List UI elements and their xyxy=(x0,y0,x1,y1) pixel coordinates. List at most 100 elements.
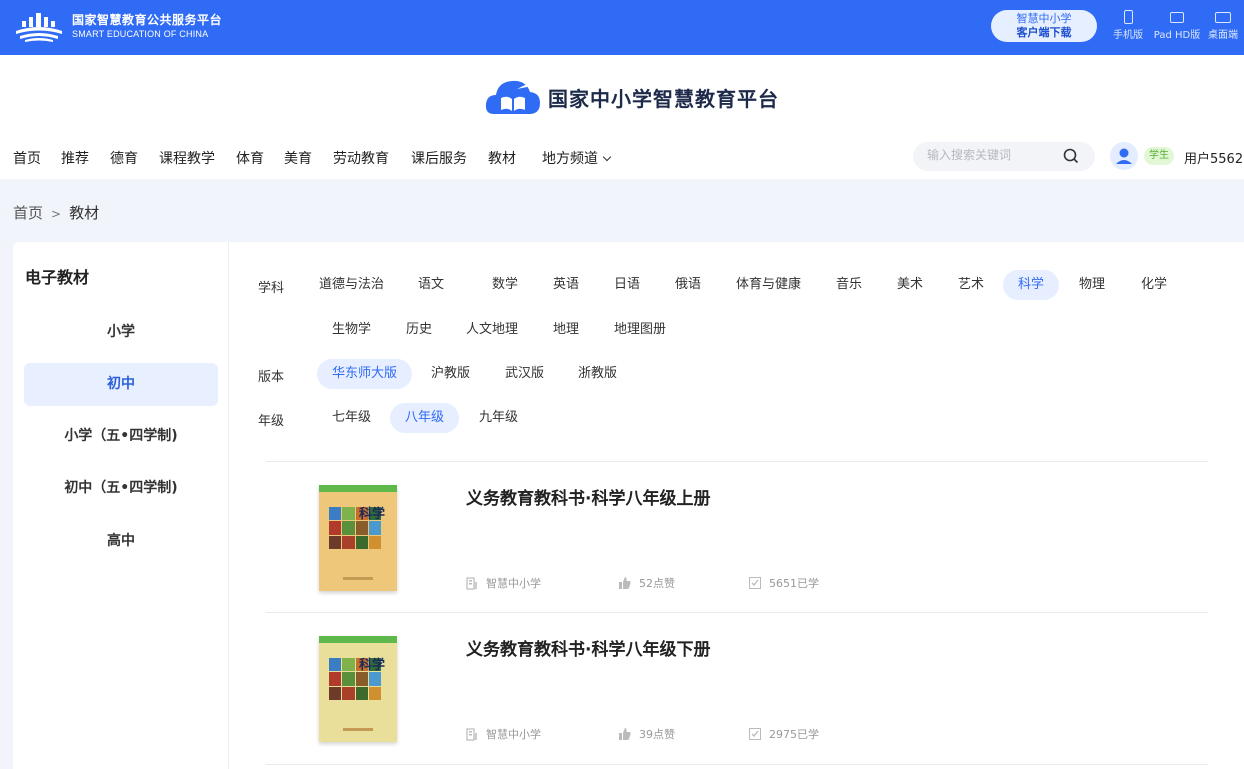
subject-chip[interactable]: 生物学 xyxy=(317,315,386,345)
subject-chip[interactable]: 历史 xyxy=(391,315,447,345)
sidebar-item-primary-54[interactable]: 小学（五•四学制) xyxy=(24,415,218,458)
device-pad-label: Pad HD版 xyxy=(1153,30,1201,41)
subject-chip[interactable]: 地理图册 xyxy=(599,315,681,345)
book-publisher: 智慧中小学 xyxy=(466,575,541,591)
subject-label: 学科 xyxy=(258,281,285,296)
textbook-panel: 电子教材 小学 初中 小学（五•四学制) 初中（五•四学制) 高中 学科 道德与… xyxy=(13,242,1244,769)
book-title[interactable]: 义务教育教科书·科学八年级下册 xyxy=(466,635,710,660)
client-download-line1: 智慧中小学 xyxy=(1016,12,1072,25)
cover-title: 科学 xyxy=(359,658,386,673)
book-learned: 5651已学 xyxy=(749,575,819,591)
book-title[interactable]: 义务教育教科书·科学八年级上册 xyxy=(466,484,710,509)
cloud-book-logo-icon xyxy=(485,80,540,114)
checklist-icon xyxy=(749,728,761,740)
subject-chip[interactable]: 物理 xyxy=(1064,270,1120,300)
nav-item-recommend[interactable]: 推荐 xyxy=(61,148,89,168)
nav-item-arts[interactable]: 美育 xyxy=(284,148,312,168)
subject-chip[interactable]: 俄语 xyxy=(660,270,716,300)
avatar[interactable] xyxy=(1110,142,1138,170)
nav-item-local-channel[interactable]: 地方频道 xyxy=(542,148,612,168)
search-box[interactable] xyxy=(913,142,1095,171)
book-likes: 52点赞 xyxy=(619,575,675,591)
edition-chip[interactable]: 武汉版 xyxy=(490,359,559,389)
sidebar-item-primary[interactable]: 小学 xyxy=(24,311,218,354)
search-input[interactable] xyxy=(927,148,1057,162)
subject-chip[interactable]: 美术 xyxy=(882,270,938,300)
subject-chip[interactable]: 艺术 xyxy=(943,270,999,300)
grade-chip-active[interactable]: 八年级 xyxy=(390,403,460,433)
role-badge: 学生 xyxy=(1144,147,1174,165)
device-desktop-label: 桌面端 xyxy=(1208,30,1238,41)
subject-chip[interactable]: 化学 xyxy=(1126,270,1182,300)
breadcrumb: 首页 > 教材 xyxy=(13,202,99,223)
tablet-icon xyxy=(1170,12,1184,23)
nav-item-home[interactable]: 首页 xyxy=(13,148,41,168)
nav-item-labor[interactable]: 劳动教育 xyxy=(333,148,389,168)
divider xyxy=(266,764,1208,765)
sidebar: 电子教材 小学 初中 小学（五•四学制) 初中（五•四学制) 高中 xyxy=(13,242,229,769)
grade-chip[interactable]: 九年级 xyxy=(464,403,533,433)
thumbs-up-icon xyxy=(619,728,631,740)
brand-name-en: SMART EDUCATION OF CHINA xyxy=(72,28,209,39)
nav-item-moral[interactable]: 德育 xyxy=(110,148,138,168)
sidebar-title: 电子教材 xyxy=(25,268,90,287)
breadcrumb-home[interactable]: 首页 xyxy=(13,204,43,222)
subject-chip[interactable]: 数学 xyxy=(477,270,533,300)
subject-chip[interactable]: 语文 xyxy=(403,270,459,300)
top-bar: 国家智慧教育公共服务平台 SMART EDUCATION OF CHINA 智慧… xyxy=(0,0,1244,55)
subject-chip[interactable]: 英语 xyxy=(538,270,594,300)
subject-chip[interactable]: 道德与法治 xyxy=(304,270,399,300)
device-desktop-link[interactable]: 桌面端 xyxy=(1202,10,1244,41)
subject-chip[interactable]: 地理 xyxy=(538,315,594,345)
device-phone-link[interactable]: 手机版 xyxy=(1105,10,1151,41)
grade-chip[interactable]: 七年级 xyxy=(317,403,386,433)
subject-chip[interactable]: 音乐 xyxy=(821,270,877,300)
book-cover[interactable]: 科学 xyxy=(319,485,397,591)
subject-chip[interactable]: 日语 xyxy=(599,270,655,300)
nav-item-sports[interactable]: 体育 xyxy=(236,148,264,168)
client-download-line2: 客户端下载 xyxy=(1016,26,1072,39)
monitor-icon xyxy=(1215,12,1231,23)
breadcrumb-current: 教材 xyxy=(69,204,100,222)
subject-chip[interactable]: 体育与健康 xyxy=(721,270,816,300)
client-download-button[interactable]: 智慧中小学 客户端下载 xyxy=(991,10,1097,42)
sidebar-item-senior[interactable]: 高中 xyxy=(24,520,218,563)
subject-chip-active[interactable]: 科学 xyxy=(1003,270,1060,300)
grade-label: 年级 xyxy=(258,414,285,429)
phone-icon xyxy=(1123,10,1133,24)
search-icon[interactable] xyxy=(1063,148,1079,164)
brand-name: 国家智慧教育公共服务平台 xyxy=(72,13,223,28)
edition-chip-active[interactable]: 华东师大版 xyxy=(317,359,413,389)
site-logo[interactable]: 国家中小学智慧教育平台 xyxy=(484,74,779,120)
building-icon xyxy=(466,576,477,590)
device-phone-label: 手机版 xyxy=(1113,30,1143,41)
nav-local-label: 地方频道 xyxy=(542,151,598,167)
sidebar-item-junior-54[interactable]: 初中（五•四学制) xyxy=(24,467,218,510)
nav-item-courses[interactable]: 课程教学 xyxy=(159,148,215,168)
edition-chip[interactable]: 浙教版 xyxy=(563,359,632,389)
edition-chip[interactable]: 沪教版 xyxy=(416,359,485,389)
book-item[interactable]: 科学 义务教育教科书·科学八年级下册 智慧中小学 39点赞 2975已学 xyxy=(266,613,1208,763)
building-icon xyxy=(466,727,477,741)
nav-item-textbooks[interactable]: 教材 xyxy=(488,148,516,168)
breadcrumb-separator: > xyxy=(51,207,62,221)
book-cover[interactable]: 科学 xyxy=(319,636,397,742)
book-likes: 39点赞 xyxy=(619,726,675,742)
nav-item-afterschool[interactable]: 课后服务 xyxy=(411,148,467,168)
book-learned: 2975已学 xyxy=(749,726,819,742)
username[interactable]: 用户5562 xyxy=(1184,148,1243,167)
book-item[interactable]: 科学 义务教育教科书·科学八年级上册 智慧中小学 52点赞 5651已学 xyxy=(266,462,1208,612)
book-publisher: 智慧中小学 xyxy=(466,726,541,742)
filter-panel: 学科 道德与法治 语文 数学 英语 日语 俄语 体育与健康 音乐 美术 艺术 科… xyxy=(242,242,1242,452)
brand-emblem-icon xyxy=(16,13,62,42)
checklist-icon xyxy=(749,577,761,589)
chevron-down-icon xyxy=(602,152,612,162)
cover-title: 科学 xyxy=(359,507,386,522)
subject-chip[interactable]: 人文地理 xyxy=(451,315,533,345)
sidebar-item-junior[interactable]: 初中 xyxy=(24,363,218,406)
brand-logo[interactable]: 国家智慧教育公共服务平台 SMART EDUCATION OF CHINA xyxy=(12,8,222,46)
edition-label: 版本 xyxy=(258,370,285,385)
site-title: 国家中小学智慧教育平台 xyxy=(548,86,779,111)
device-pad-link[interactable]: Pad HD版 xyxy=(1152,10,1202,41)
thumbs-up-icon xyxy=(619,577,631,589)
